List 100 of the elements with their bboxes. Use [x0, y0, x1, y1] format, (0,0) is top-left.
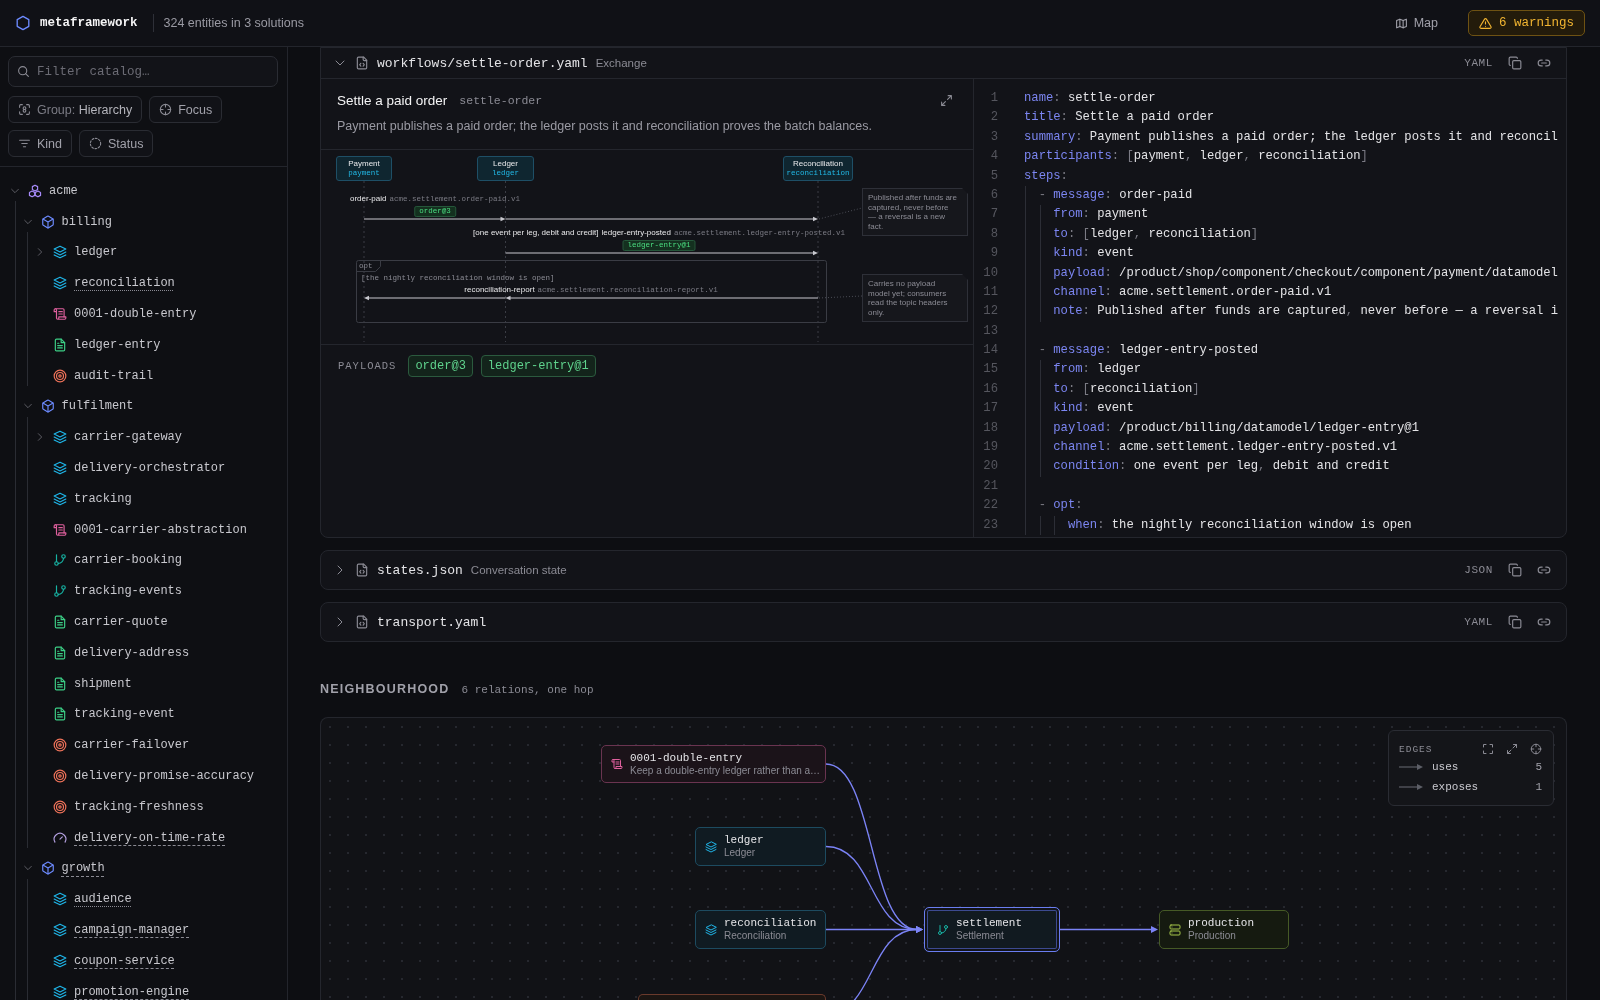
target-icon — [53, 738, 67, 753]
warnings-button[interactable]: 6 warnings — [1468, 10, 1585, 36]
graph-node[interactable]: reconciliation Reconciliation — [695, 910, 826, 949]
fullscreen-icon[interactable] — [1482, 743, 1494, 755]
tree-item[interactable]: ledger — [34, 237, 118, 268]
line-number: 5 — [989, 167, 998, 185]
tree-item[interactable]: acme — [9, 175, 78, 207]
workflow-name: settle-order — [459, 93, 543, 107]
tree-item[interactable]: growth — [21, 853, 105, 884]
tree-item[interactable]: tracking — [34, 483, 132, 515]
line-number: 1 — [989, 90, 998, 107]
tree-item[interactable]: billing — [21, 206, 112, 238]
link-button[interactable] — [1537, 56, 1551, 70]
search-icon — [17, 65, 30, 78]
layers-icon — [53, 461, 67, 476]
code-line: kind: event — [1052, 400, 1134, 418]
graph-node[interactable]: ledger Ledger — [695, 827, 826, 866]
line-number: 15 — [982, 361, 998, 379]
graph-node[interactable]: production Production — [1159, 910, 1289, 949]
line-number: 19 — [982, 439, 998, 457]
legend-label: uses — [1432, 761, 1459, 773]
sequence-note: Carries no payload model yet; consumers read the topic headers only. — [862, 274, 968, 322]
node-subtitle: Reconciliation — [724, 930, 788, 942]
tree-item[interactable]: 0001-double-entry — [34, 298, 197, 330]
line-number: 8 — [989, 225, 998, 243]
tree-item[interactable]: carrier-quote — [34, 606, 168, 638]
message-name: ledger-entry-posted — [601, 228, 671, 237]
code-line: kind: event — [1052, 245, 1134, 263]
tree-item[interactable]: delivery-orchestrator — [34, 452, 226, 484]
note-connector — [818, 207, 863, 220]
tree-item[interactable]: shipment — [34, 668, 132, 700]
document-icon — [53, 676, 67, 691]
tree-item[interactable]: carrier-gateway — [34, 421, 183, 453]
tree-item[interactable]: fulfilment — [21, 391, 134, 422]
tree-item[interactable]: coupon-service — [34, 945, 175, 977]
layers-icon — [53, 430, 67, 445]
tree-item[interactable]: reconciliation — [34, 267, 175, 299]
copy-icon — [1508, 615, 1522, 629]
note-connector — [818, 295, 863, 299]
tree-item[interactable]: tracking-events — [34, 575, 183, 607]
code-line: payload: /product/shop/component/checkout/component/payment/datamodel — [1052, 264, 1558, 282]
status-button[interactable]: Status — [79, 130, 154, 157]
cube-icon — [40, 399, 55, 414]
copy-button[interactable] — [1508, 56, 1522, 70]
tree-item[interactable]: tracking-freshness — [34, 791, 204, 823]
node-title: 0001-double-entry — [630, 751, 744, 765]
line-number: 2 — [989, 109, 998, 127]
line-number: 21 — [982, 477, 998, 495]
graph-node[interactable]: settlement Settlement — [924, 907, 1060, 952]
graph-node[interactable]: 0001-double-entry Keep a double-entry ledger rather than a… — [601, 745, 826, 783]
code-line: payload: /product/billing/datamodel/ledger-entry@1 — [1052, 419, 1419, 437]
focus-button[interactable]: Focus — [149, 96, 223, 123]
map-button[interactable]: Map — [1392, 12, 1440, 34]
tree-item[interactable]: 0001-carrier-abstraction — [34, 514, 247, 546]
target-icon — [53, 799, 67, 814]
node-subtitle: Settlement — [956, 930, 1005, 942]
arrow-icon — [1399, 763, 1423, 771]
server-icon — [1169, 923, 1181, 936]
layers-icon — [53, 953, 67, 968]
message-name: order-paid — [350, 194, 387, 203]
tree-item[interactable]: carrier-failover — [34, 729, 190, 761]
tree-item[interactable]: delivery-promise-accuracy — [34, 760, 255, 792]
expand-icon[interactable] — [1506, 743, 1518, 755]
node-title: reconciliation — [724, 917, 817, 930]
node-subtitle: Keep a double-entry ledger rather than a… — [630, 764, 821, 777]
code-line: when: the nightly reconciliation window is open — [1066, 516, 1412, 534]
cube-icon — [40, 861, 55, 876]
copy-icon — [1508, 56, 1522, 70]
payload-tag[interactable]: order@3 — [408, 355, 473, 377]
tree-item[interactable]: tracking-event — [34, 699, 175, 730]
copy-button[interactable] — [1508, 563, 1522, 577]
tree-item[interactable]: delivery-address — [34, 637, 190, 669]
graph-node[interactable] — [638, 994, 826, 1000]
tree-item[interactable]: delivery-on-time-rate — [34, 822, 226, 854]
tree-item[interactable]: audit-trail — [34, 360, 154, 392]
line-number: 7 — [989, 206, 998, 224]
link-button[interactable] — [1537, 563, 1551, 577]
tree-item[interactable]: audience — [34, 883, 132, 915]
tree-item[interactable]: promotion-engine — [34, 976, 190, 1000]
section-title: NEIGHBOURHOOD — [320, 682, 450, 696]
node-subtitle: Production — [1188, 930, 1237, 942]
link-button[interactable] — [1537, 615, 1551, 629]
kind-button[interactable]: Kind — [8, 130, 73, 157]
cubes-icon — [28, 183, 42, 198]
expand-icon[interactable] — [940, 93, 953, 107]
code-line: summary: Payment publishes a paid order; the ledger posts it and reconcil — [1024, 128, 1558, 146]
filter-field[interactable]: Filter catalog… — [8, 56, 278, 87]
payload-tag[interactable]: ledger-entry@1 — [480, 355, 596, 377]
tree-item[interactable]: carrier-booking — [34, 545, 183, 576]
tree-item[interactable]: ledger-entry — [34, 329, 161, 361]
layers-icon — [53, 923, 67, 937]
scroll-icon — [53, 522, 67, 537]
copy-button[interactable] — [1508, 615, 1522, 629]
crosshair-icon[interactable] — [1530, 743, 1542, 755]
node-title: settlement — [956, 917, 1022, 930]
scroll-icon — [611, 758, 623, 770]
group-button[interactable]: Group: Hierarchy — [8, 96, 143, 123]
warning-icon — [1479, 16, 1492, 30]
node-title: ledger — [724, 834, 764, 847]
tree-item[interactable]: campaign-manager — [34, 914, 190, 946]
